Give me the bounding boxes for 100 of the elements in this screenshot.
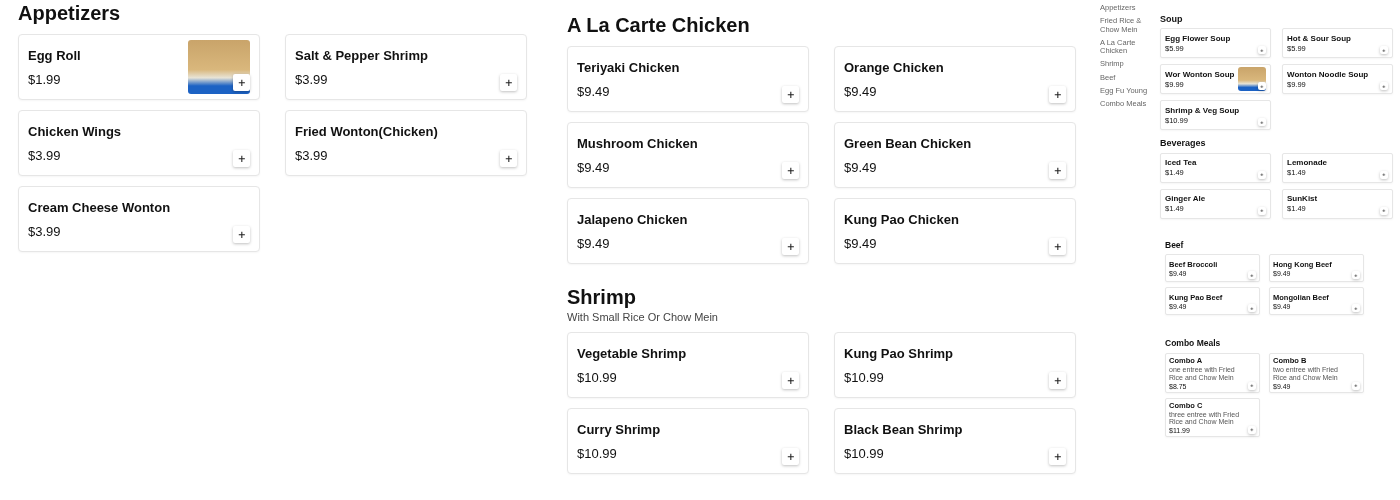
menu-item-card[interactable]: Fried Wonton(Chicken) $3.99 bbox=[285, 110, 527, 176]
plus-icon bbox=[1053, 242, 1062, 251]
item-price: $9.49 bbox=[844, 159, 877, 175]
item-price: $10.99 bbox=[844, 445, 884, 461]
menu-item-card[interactable]: Mushroom Chicken $9.49 bbox=[567, 122, 809, 188]
menu-item-card[interactable]: Green Bean Chicken $9.49 bbox=[834, 122, 1076, 188]
item-name: Teriyaki Chicken bbox=[577, 59, 680, 75]
plus-icon bbox=[1354, 383, 1358, 388]
plus-icon bbox=[1260, 84, 1264, 89]
plus-icon bbox=[1260, 208, 1264, 213]
item-name: Orange Chicken bbox=[844, 59, 944, 75]
plus-icon bbox=[237, 154, 246, 163]
item-name: Curry Shrimp bbox=[577, 421, 661, 437]
item-price: $9.49 bbox=[577, 159, 610, 175]
plus-icon bbox=[1260, 172, 1264, 177]
item-price: $9.49 bbox=[844, 83, 877, 99]
menu-item-card[interactable]: Black Bean Shrimp $10.99 bbox=[834, 408, 1076, 474]
add-button[interactable] bbox=[782, 238, 799, 255]
item-name: Ginger Ale bbox=[1165, 194, 1206, 204]
item-price: $3.99 bbox=[295, 147, 328, 163]
plus-icon bbox=[786, 166, 795, 175]
section-heading: Appetizers bbox=[18, 2, 122, 25]
menu-item-card[interactable]: Salt & Pepper Shrimp $3.99 bbox=[285, 34, 527, 100]
plus-icon bbox=[1382, 84, 1386, 89]
plus-icon bbox=[1053, 376, 1062, 385]
item-name: Green Bean Chicken bbox=[844, 135, 972, 151]
section-heading: Beverages bbox=[1160, 138, 1207, 149]
add-button[interactable] bbox=[782, 448, 799, 465]
item-name: Jalapeno Chicken bbox=[577, 211, 688, 227]
menu-item-card[interactable]: Teriyaki Chicken $9.49 bbox=[567, 46, 809, 112]
item-name: Cream Cheese Wonton bbox=[28, 199, 171, 215]
item-name: Shrimp & Veg Soup bbox=[1165, 105, 1240, 115]
menu-item-card[interactable]: Orange Chicken $9.49 bbox=[834, 46, 1076, 112]
plus-icon bbox=[504, 154, 513, 163]
menu-item-card[interactable]: Curry Shrimp $10.99 bbox=[567, 408, 809, 474]
add-button[interactable] bbox=[1049, 372, 1066, 389]
section-heading: Beef bbox=[1165, 240, 1185, 251]
item-name: Kung Pao Chicken bbox=[844, 211, 959, 227]
item-price: $9.49 bbox=[844, 235, 877, 251]
item-name: Wor Wonton Soup bbox=[1165, 69, 1235, 79]
plus-icon bbox=[237, 230, 246, 239]
add-button[interactable] bbox=[1049, 238, 1066, 255]
add-button[interactable] bbox=[233, 150, 250, 167]
item-price: $9.49 bbox=[577, 235, 610, 251]
item-name: Lemonade bbox=[1287, 158, 1327, 168]
item-price: $1.99 bbox=[28, 71, 61, 87]
section-heading: A La Carte Chicken bbox=[567, 14, 751, 37]
menu-item-card[interactable]: Kung Pao Chicken $9.49 bbox=[834, 198, 1076, 264]
add-button[interactable] bbox=[1049, 86, 1066, 103]
item-price: $10.99 bbox=[844, 369, 884, 385]
plus-icon bbox=[786, 90, 795, 99]
item-name: Salt & Pepper Shrimp bbox=[295, 47, 428, 63]
item-name: Wonton Noodle Soup bbox=[1287, 69, 1369, 79]
plus-icon bbox=[1053, 166, 1062, 175]
section-heading: Soup bbox=[1160, 14, 1184, 25]
item-name: Black Bean Shrimp bbox=[844, 421, 963, 437]
item-name: Fried Wonton(Chicken) bbox=[295, 123, 438, 139]
plus-icon bbox=[237, 78, 246, 87]
menu-item-card[interactable]: Egg Roll $1.99 bbox=[18, 34, 260, 100]
plus-icon bbox=[1382, 208, 1386, 213]
add-button[interactable] bbox=[1258, 82, 1266, 91]
plus-icon bbox=[1250, 428, 1254, 432]
menu-item-card[interactable]: Jalapeno Chicken $9.49 bbox=[567, 198, 809, 264]
add-button[interactable] bbox=[782, 86, 799, 103]
add-button[interactable] bbox=[782, 372, 799, 389]
add-button[interactable] bbox=[782, 162, 799, 179]
plus-icon bbox=[1053, 452, 1062, 461]
item-name: Mushroom Chicken bbox=[577, 135, 698, 151]
add-button[interactable] bbox=[1049, 162, 1066, 179]
item-name: Hot & Sour Soup bbox=[1287, 33, 1351, 43]
item-name: Kung Pao Shrimp bbox=[844, 345, 954, 361]
plus-icon bbox=[1354, 306, 1358, 311]
menu-item-card[interactable]: Cream Cheese Wonton $3.99 bbox=[18, 186, 260, 252]
item-price: $10.99 bbox=[577, 445, 617, 461]
item-name: SunKist bbox=[1287, 194, 1318, 204]
menu-item-card[interactable]: Vegetable Shrimp $10.99 bbox=[567, 332, 809, 398]
item-name: Vegetable Shrimp bbox=[577, 345, 687, 361]
plus-icon bbox=[1354, 273, 1358, 278]
menu-item-card[interactable]: Chicken Wings $3.99 bbox=[18, 110, 260, 176]
plus-icon bbox=[786, 242, 795, 251]
plus-icon bbox=[1250, 383, 1254, 388]
menu-item-card[interactable]: Kung Pao Shrimp $10.99 bbox=[834, 332, 1076, 398]
item-price: $10.99 bbox=[577, 369, 617, 385]
item-name: Chicken Wings bbox=[28, 123, 122, 139]
add-button[interactable] bbox=[233, 226, 250, 243]
plus-icon bbox=[1382, 48, 1386, 53]
plus-icon bbox=[504, 78, 513, 87]
plus-icon bbox=[1260, 48, 1264, 53]
plus-icon bbox=[786, 376, 795, 385]
plus-icon bbox=[1382, 172, 1386, 177]
section-subtitle: With Small Rice Or Chow Mein bbox=[567, 311, 719, 323]
add-button[interactable] bbox=[233, 74, 250, 91]
add-button[interactable] bbox=[500, 150, 517, 167]
add-button[interactable] bbox=[1049, 448, 1066, 465]
item-price: $3.99 bbox=[28, 147, 61, 163]
add-button[interactable] bbox=[500, 74, 517, 91]
plus-icon bbox=[1250, 273, 1254, 278]
item-price: $3.99 bbox=[28, 223, 61, 239]
item-name: Egg Flower Soup bbox=[1165, 33, 1231, 43]
plus-icon bbox=[1250, 306, 1254, 311]
